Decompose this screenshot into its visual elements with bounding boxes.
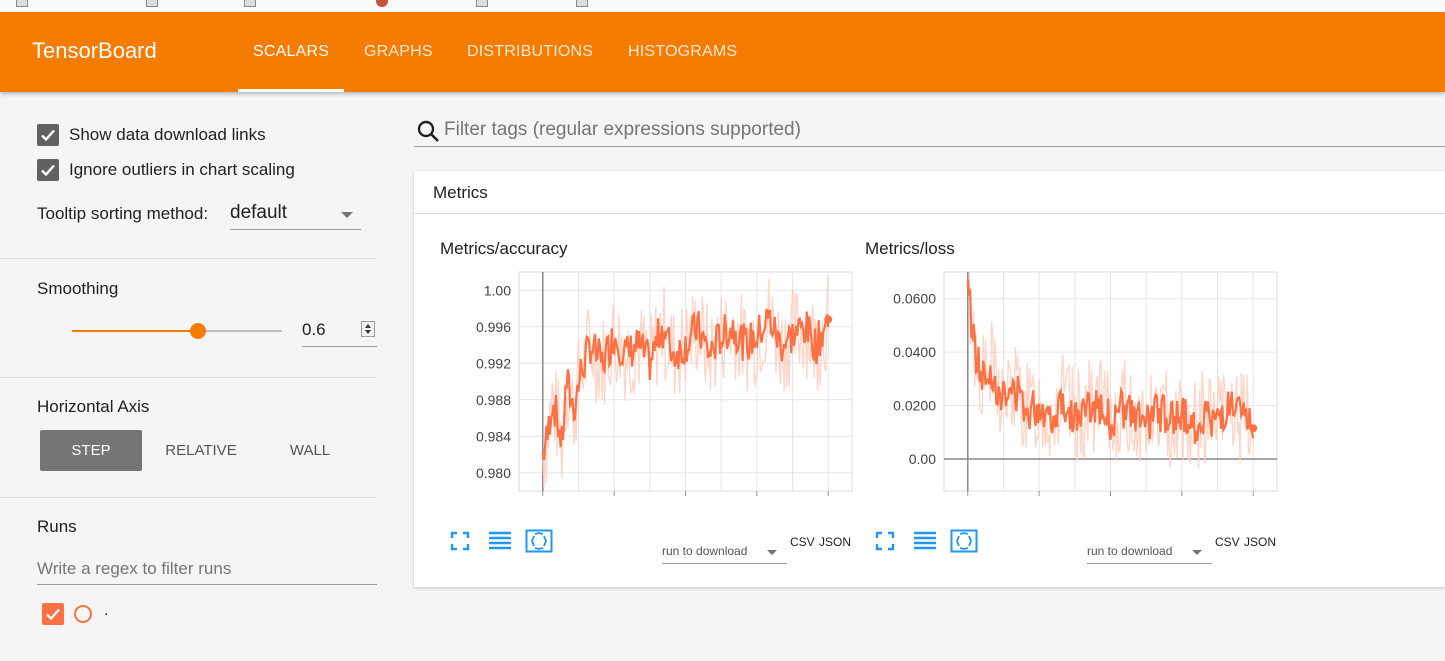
chevron-down-icon <box>341 212 353 218</box>
folder-icon <box>576 0 588 7</box>
x-tick-label: 3.000k <box>1018 501 1061 504</box>
chart-title-accuracy: Metrics/accuracy <box>440 239 568 258</box>
fit-domain-icon[interactable] <box>525 529 553 558</box>
run-to-download-label: run to download <box>662 544 748 558</box>
list-icon[interactable] <box>488 531 512 556</box>
y-tick-label: 0.00 <box>909 451 936 467</box>
bookmark-item[interactable] <box>476 0 492 8</box>
tab-distributions[interactable]: DISTRIBUTIONS <box>467 12 593 92</box>
runs-filter-placeholder: Write a regex to filter runs <box>37 559 232 578</box>
x-tick-label: 6.000k <box>1089 501 1132 504</box>
bookmark-item[interactable] <box>146 0 162 8</box>
metrics-card-header[interactable]: Metrics <box>414 171 1445 214</box>
x-tick-label: 9.000k <box>736 501 779 504</box>
smoothing-slider-thumb[interactable] <box>190 323 206 339</box>
smoothing-value-input[interactable]: 0.6 <box>302 314 377 347</box>
y-tick-label: 0.0600 <box>893 291 936 307</box>
divider <box>0 258 377 259</box>
fullscreen-icon[interactable] <box>875 531 895 556</box>
x-tick-label: 9.000k <box>1161 501 1204 504</box>
run-name: . <box>104 602 109 619</box>
tab-histograms[interactable]: HISTOGRAMS <box>628 12 737 92</box>
sidebar: Show data download links Ignore outliers… <box>0 92 377 661</box>
metrics-card-title: Metrics <box>433 183 488 202</box>
series-last-point <box>1249 424 1258 433</box>
run-color-circle-icon[interactable] <box>74 605 92 623</box>
axis-wall-button[interactable]: WALL <box>260 430 360 471</box>
chevron-down-icon <box>767 550 777 555</box>
tooltip-sorting-value: default <box>230 202 288 223</box>
show-download-links-checkbox[interactable] <box>37 124 59 146</box>
bookmark-item[interactable] <box>576 0 592 8</box>
y-tick-label: 1.00 <box>484 282 511 298</box>
accuracy-chart[interactable]: 0.980 0.984 0.988 0.992 0.996 1.00 0.000 3.000k… <box>454 269 864 504</box>
tab-scalars[interactable]: SCALARS <box>253 12 329 92</box>
x-tick-label: 12.00k <box>807 501 850 504</box>
site-icon <box>376 0 388 7</box>
y-tick-label: 0.980 <box>476 465 511 481</box>
runs-filter-input[interactable]: Write a regex to filter runs <box>37 552 377 585</box>
y-tick-label: 0.0400 <box>893 344 936 360</box>
app-title: TensorBoard <box>32 38 157 63</box>
divider <box>0 497 377 498</box>
csv-download-link[interactable]: CSV <box>790 535 815 549</box>
chevron-down-icon <box>1192 550 1202 555</box>
tooltip-sorting-label: Tooltip sorting method: <box>37 204 209 223</box>
x-tick-label: 0.000 <box>525 501 560 504</box>
axis-step-button[interactable]: STEP <box>40 430 142 471</box>
y-tick-label: 0.0200 <box>893 398 936 414</box>
top-app-bar: TensorBoard SCALARS GRAPHS DISTRIBUTIONS… <box>0 12 1445 92</box>
run-to-download-select[interactable]: run to download <box>1087 539 1212 564</box>
axis-relative-button[interactable]: RELATIVE <box>151 430 251 471</box>
y-tick-label: 0.988 <box>476 392 511 408</box>
y-tick-label: 0.984 <box>476 428 511 444</box>
run-to-download-select[interactable]: run to download <box>662 539 787 564</box>
bookmarks-bar <box>0 0 1445 12</box>
y-tick-label: 0.992 <box>476 355 511 371</box>
check-icon <box>41 164 55 177</box>
runs-title: Runs <box>37 517 77 536</box>
filter-tags-input[interactable]: Filter tags (regular expressions support… <box>414 118 1445 147</box>
ignore-outliers-label: Ignore outliers in chart scaling <box>69 160 295 179</box>
smoothing-title: Smoothing <box>37 279 119 298</box>
json-download-link[interactable]: JSON <box>819 535 851 549</box>
chart-title-loss: Metrics/loss <box>865 239 955 258</box>
series-last-point <box>824 315 833 324</box>
divider <box>0 377 377 378</box>
check-icon <box>41 129 55 142</box>
csv-download-link[interactable]: CSV <box>1215 535 1240 549</box>
tooltip-sorting-select[interactable]: default <box>230 197 361 230</box>
folder-icon <box>476 0 488 7</box>
y-tick-label: 0.996 <box>476 319 511 335</box>
bookmark-item[interactable] <box>244 0 260 8</box>
smoothing-value: 0.6 <box>302 320 326 339</box>
folder-icon <box>16 0 28 7</box>
filter-tags-placeholder: Filter tags (regular expressions support… <box>444 119 801 140</box>
smoothing-slider-fill <box>72 330 198 332</box>
gear-icon <box>146 0 158 7</box>
tab-graphs[interactable]: GRAPHS <box>364 12 433 92</box>
list-icon[interactable] <box>913 531 937 556</box>
x-tick-label: 12.00k <box>1232 501 1275 504</box>
check-icon <box>46 608 60 621</box>
x-tick-label: 3.000k <box>593 501 636 504</box>
json-download-link[interactable]: JSON <box>1244 535 1276 549</box>
ignore-outliers-checkbox[interactable] <box>37 159 59 181</box>
run-checkbox[interactable] <box>42 603 64 625</box>
fit-domain-icon[interactable] <box>950 529 978 558</box>
show-download-links-label: Show data download links <box>69 125 266 144</box>
run-to-download-label: run to download <box>1087 544 1173 558</box>
loss-chart[interactable]: 0.00 0.0200 0.0400 0.0600 0.000 3.000k 6.000k 9… <box>879 269 1289 504</box>
x-tick-label: 6.000k <box>664 501 707 504</box>
horizontal-axis-title: Horizontal Axis <box>37 397 150 416</box>
fullscreen-icon[interactable] <box>450 531 470 556</box>
spinner-icon[interactable] <box>361 321 375 337</box>
bookmark-item[interactable] <box>16 0 32 8</box>
bookmark-item[interactable] <box>376 0 392 8</box>
x-tick-label: 0.000 <box>950 501 985 504</box>
search-icon <box>417 120 439 142</box>
folder-icon <box>244 0 256 7</box>
metrics-category-card: Metrics Metrics/accuracy 0.980 0.984 0.988… <box>414 171 1445 587</box>
